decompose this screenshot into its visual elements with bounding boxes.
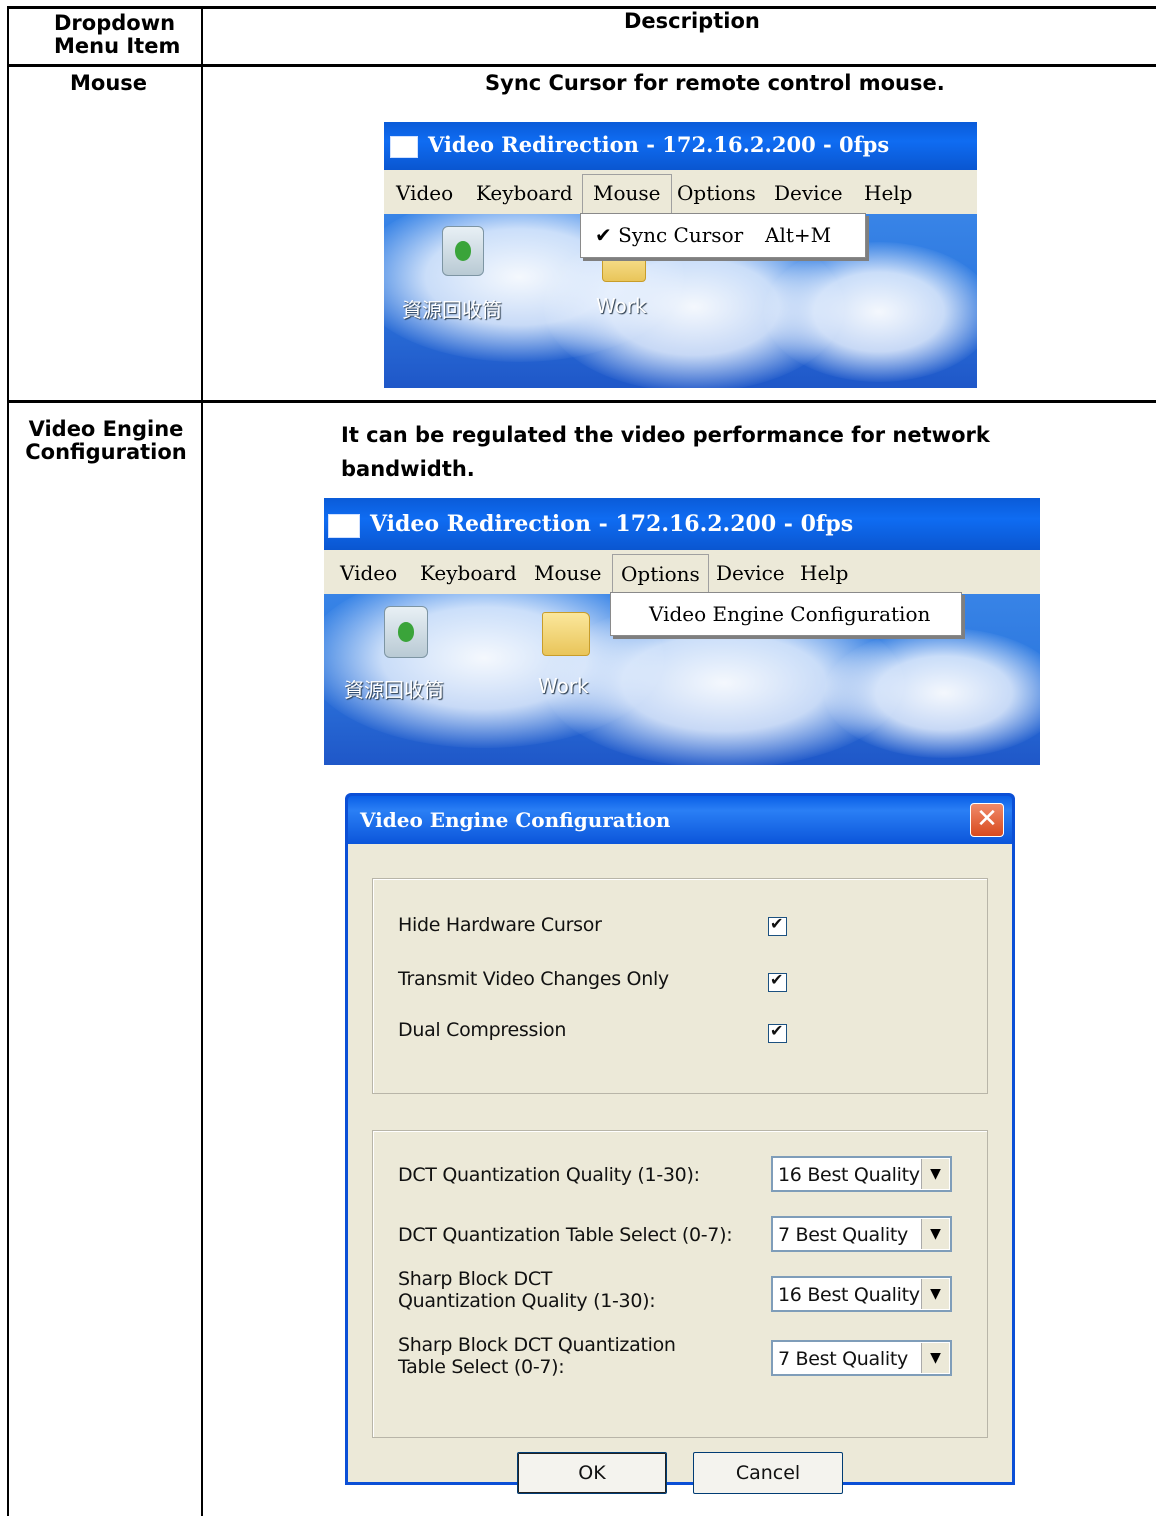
dual-compression-checkbox[interactable]: [768, 1021, 787, 1043]
header-dropdown-menu-item: Dropdown Menu Item: [54, 11, 181, 58]
cloud-graphic: [764, 242, 977, 382]
menu-mouse[interactable]: Mouse: [582, 174, 672, 213]
close-icon[interactable]: ✕: [970, 803, 1004, 837]
mouse-menu-screenshot: Video Redirection - 172.16.2.200 - 0fps …: [384, 122, 977, 388]
chevron-down-icon[interactable]: ▼: [921, 1159, 949, 1189]
dct-quality-value: 16 Best Quality: [778, 1164, 920, 1186]
work-folder-label: Work: [596, 294, 647, 318]
folder-icon[interactable]: [542, 612, 590, 656]
transmit-changes-label: Transmit Video Changes Only: [398, 968, 669, 990]
menubar: Video Keyboard Mouse Options Device Help: [324, 550, 1040, 594]
recycle-bin-icon[interactable]: [442, 226, 484, 276]
window-titlebar[interactable]: Video Redirection - 172.16.2.200 - 0fps: [384, 122, 977, 170]
sharp-table-value: 7 Best Quality: [778, 1348, 908, 1370]
recycle-bin-icon[interactable]: [384, 606, 428, 658]
dialog-title: Video Engine Configuration: [360, 808, 671, 832]
dct-table-label: DCT Quantization Table Select (0-7):: [398, 1224, 733, 1246]
menu-video[interactable]: Video: [340, 561, 397, 585]
window-icon: [328, 514, 360, 538]
column-divider: [201, 6, 203, 1516]
mouse-dropdown: ✔ Sync Cursor Alt+M: [580, 213, 866, 258]
hide-cursor-label: Hide Hardware Cursor: [398, 914, 602, 936]
dual-compression-label: Dual Compression: [398, 1019, 567, 1041]
menubar: Video Keyboard Mouse Options Device Help: [384, 170, 977, 214]
dct-quality-select[interactable]: 16 Best Quality ▼: [771, 1156, 952, 1192]
menu-help[interactable]: Help: [864, 181, 912, 205]
menu-video[interactable]: Video: [396, 181, 453, 205]
table-left-border: [7, 6, 9, 1516]
chevron-down-icon[interactable]: ▼: [921, 1279, 949, 1309]
transmit-changes-checkbox[interactable]: [768, 970, 787, 992]
dct-quality-label: DCT Quantization Quality (1-30):: [398, 1164, 700, 1186]
work-folder-label: Work: [538, 674, 589, 698]
dialog-titlebar[interactable]: Video Engine Configuration ✕: [348, 796, 1012, 844]
menu-mouse[interactable]: Mouse: [534, 561, 602, 585]
sharp-quality-select[interactable]: 16 Best Quality ▼: [771, 1276, 952, 1312]
header-description: Description: [624, 9, 760, 33]
menu-options[interactable]: Options: [612, 554, 709, 594]
window-title: Video Redirection - 172.16.2.200 - 0fps: [370, 511, 854, 537]
window-title: Video Redirection - 172.16.2.200 - 0fps: [428, 132, 890, 157]
sharp-table-select[interactable]: 7 Best Quality ▼: [771, 1340, 952, 1376]
chevron-down-icon[interactable]: ▼: [921, 1343, 949, 1373]
recycle-bin-label: 資源回收筒: [344, 678, 444, 702]
video-engine-config-item[interactable]: Video Engine Configuration: [649, 602, 930, 626]
menu-keyboard[interactable]: Keyboard: [420, 561, 517, 585]
sync-cursor-shortcut: Alt+M: [765, 223, 832, 247]
menu-device[interactable]: Device: [774, 181, 843, 205]
ok-button[interactable]: OK: [517, 1452, 667, 1494]
menu-help[interactable]: Help: [800, 561, 848, 585]
chevron-down-icon[interactable]: ▼: [921, 1219, 949, 1249]
dct-table-select[interactable]: 7 Best Quality ▼: [771, 1216, 952, 1252]
row-divider: [7, 400, 1156, 403]
sync-cursor-item[interactable]: ✔ Sync Cursor: [595, 223, 743, 247]
dialog-body: Hide Hardware Cursor Transmit Video Chan…: [348, 844, 1012, 1494]
hide-cursor-checkbox[interactable]: [768, 914, 787, 936]
cancel-button[interactable]: Cancel: [693, 1452, 843, 1494]
sharp-quality-value: 16 Best Quality: [778, 1284, 920, 1306]
menu-keyboard[interactable]: Keyboard: [476, 181, 573, 205]
recycle-bin-label: 資源回收筒: [402, 298, 502, 322]
table-top-border: [7, 6, 1156, 9]
video-engine-dialog: Video Engine Configuration ✕ Hide Hardwa…: [345, 793, 1015, 1494]
row-vec-item: Video Engine Configuration: [25, 417, 187, 464]
header-bottom-border: [7, 64, 1156, 67]
row-mouse-description: Sync Cursor for remote control mouse.: [485, 71, 945, 95]
window-icon: [390, 136, 418, 158]
options-dropdown: Video Engine Configuration: [610, 592, 962, 636]
window-titlebar[interactable]: Video Redirection - 172.16.2.200 - 0fps: [324, 498, 1040, 550]
row-vec-description: It can be regulated the video performanc…: [341, 423, 990, 481]
menu-options[interactable]: Options: [677, 181, 756, 205]
row-mouse-item: Mouse: [70, 71, 148, 95]
sharp-quality-label: Sharp Block DCT Quantization Quality (1-…: [398, 1268, 656, 1312]
options-menu-screenshot: Video Redirection - 172.16.2.200 - 0fps …: [324, 498, 1040, 765]
sharp-table-label: Sharp Block DCT Quantization Table Selec…: [398, 1334, 676, 1378]
menu-device[interactable]: Device: [716, 561, 785, 585]
dct-table-value: 7 Best Quality: [778, 1224, 908, 1246]
